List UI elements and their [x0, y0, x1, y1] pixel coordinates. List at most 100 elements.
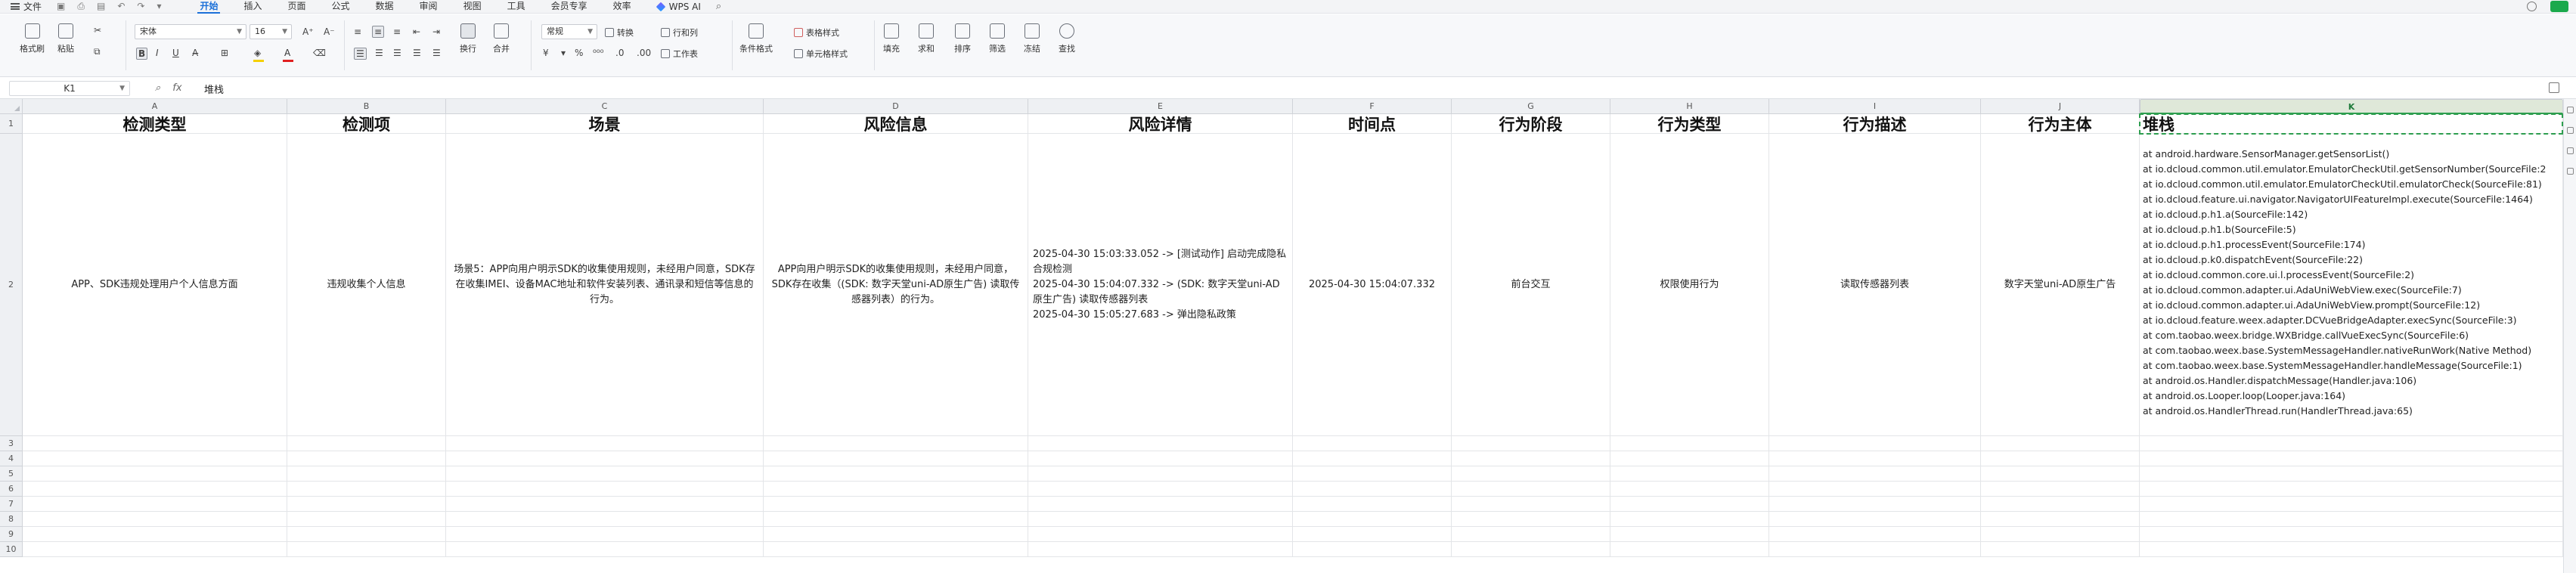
empty-cell[interactable] — [1028, 527, 1293, 542]
empty-cell[interactable] — [446, 497, 764, 512]
percent-style-icon[interactable]: % — [575, 48, 583, 58]
empty-cell[interactable] — [2140, 527, 2563, 542]
empty-cell[interactable] — [287, 451, 446, 466]
name-box[interactable]: K1 ▼ — [9, 81, 130, 96]
empty-cell[interactable] — [287, 512, 446, 527]
empty-cell[interactable] — [446, 451, 764, 466]
cell-behavior-desc[interactable]: 读取传感器列表 — [1769, 134, 1981, 436]
empty-cell[interactable] — [23, 542, 287, 557]
search-icon[interactable]: ⌕ — [716, 1, 721, 12]
empty-cell[interactable] — [23, 451, 287, 466]
row-header-3[interactable]: 3 — [0, 436, 23, 451]
empty-cell[interactable] — [23, 512, 287, 527]
select-all-corner[interactable] — [0, 99, 23, 114]
panel-icon[interactable] — [2566, 107, 2574, 113]
empty-cell[interactable] — [1981, 497, 2140, 512]
fill-button[interactable]: 填充 — [883, 23, 900, 54]
empty-cell[interactable] — [23, 497, 287, 512]
empty-cell[interactable] — [764, 482, 1028, 497]
empty-cell[interactable] — [446, 466, 764, 482]
tab-formula[interactable]: 公式 — [319, 0, 363, 14]
cell-stack[interactable]: at android.hardware.SensorManager.getSen… — [2140, 134, 2563, 436]
empty-cell[interactable] — [2140, 436, 2563, 451]
empty-cell[interactable] — [1981, 436, 2140, 451]
formula-input[interactable]: 堆栈 — [204, 82, 224, 96]
empty-cell[interactable] — [1293, 497, 1452, 512]
share-button[interactable] — [2550, 1, 2568, 12]
align-bottom-icon[interactable]: ≡ — [393, 26, 401, 37]
cell-risk-detail[interactable]: 2025-04-30 15:03:33.052 -> [测试动作] 启动完成隐私… — [1028, 134, 1293, 436]
align-top-icon[interactable]: ≡ — [354, 26, 361, 37]
column-header-d[interactable]: D — [764, 99, 1028, 114]
empty-cell[interactable] — [1610, 497, 1769, 512]
empty-cell[interactable] — [2140, 497, 2563, 512]
align-right-icon[interactable]: ☰ — [393, 48, 401, 58]
tab-view[interactable]: 视图 — [451, 0, 494, 14]
empty-cell[interactable] — [764, 451, 1028, 466]
empty-cell[interactable] — [446, 527, 764, 542]
cut-icon[interactable]: ✂ — [94, 25, 101, 36]
indent-increase-icon[interactable]: ⇥ — [432, 26, 440, 37]
empty-cell[interactable] — [1028, 497, 1293, 512]
header-cell[interactable]: 检测类型 — [23, 114, 287, 134]
wrap-button[interactable]: 换行 — [460, 23, 476, 54]
cell-subject[interactable]: 数字天堂uni-AD原生广告 — [1981, 134, 2140, 436]
freeze-button[interactable]: 冻结 — [1024, 23, 1040, 54]
empty-cell[interactable] — [1769, 466, 1981, 482]
cell-risk-info[interactable]: APP向用户明示SDK的收集使用规则，未经用户同意，SDK存在收集（(SDK: … — [764, 134, 1028, 436]
empty-cell[interactable] — [23, 436, 287, 451]
header-cell[interactable]: 行为描述 — [1769, 114, 1981, 134]
row-header-5[interactable]: 5 — [0, 466, 23, 482]
empty-cell[interactable] — [1293, 451, 1452, 466]
font-color-icon[interactable]: A — [284, 48, 290, 58]
sort-button[interactable]: 排序 — [954, 23, 971, 54]
empty-cell[interactable] — [1293, 436, 1452, 451]
empty-cell[interactable] — [1769, 527, 1981, 542]
increase-decimal-icon[interactable]: .0 — [615, 48, 624, 58]
empty-cell[interactable] — [1028, 451, 1293, 466]
empty-cell[interactable] — [1610, 512, 1769, 527]
preview-icon[interactable]: ▤ — [97, 1, 105, 12]
column-header-g[interactable]: G — [1452, 99, 1610, 114]
column-header-h[interactable]: H — [1610, 99, 1769, 114]
header-cell[interactable]: 行为类型 — [1610, 114, 1769, 134]
cell-detection-type[interactable]: APP、SDK违规处理用户个人信息方面 — [23, 134, 287, 436]
header-cell[interactable]: 堆栈 — [2140, 114, 2563, 134]
empty-cell[interactable] — [764, 542, 1028, 557]
empty-cell[interactable] — [1610, 527, 1769, 542]
underline-icon[interactable]: U — [172, 48, 179, 58]
empty-cell[interactable] — [1610, 436, 1769, 451]
empty-cell[interactable] — [1452, 497, 1610, 512]
empty-cell[interactable] — [1028, 466, 1293, 482]
empty-cell[interactable] — [1769, 512, 1981, 527]
row-header-6[interactable]: 6 — [0, 482, 23, 497]
empty-cell[interactable] — [1981, 466, 2140, 482]
cell-scene[interactable]: 场景5：APP向用户明示SDK的收集使用规则，未经用户同意，SDK存在收集IME… — [446, 134, 764, 436]
empty-cell[interactable] — [23, 466, 287, 482]
empty-cell[interactable] — [1981, 482, 2140, 497]
empty-cell[interactable] — [2140, 512, 2563, 527]
empty-cell[interactable] — [446, 542, 764, 557]
row-header-1[interactable]: 1 — [0, 114, 23, 134]
highlight-icon[interactable]: ◈ — [254, 48, 261, 58]
tab-page[interactable]: 页面 — [275, 0, 319, 14]
tab-insert[interactable]: 插入 — [231, 0, 274, 14]
clear-format-icon[interactable]: ⌫ — [313, 48, 326, 58]
empty-cell[interactable] — [764, 436, 1028, 451]
empty-cell[interactable] — [446, 436, 764, 451]
header-cell[interactable]: 场景 — [446, 114, 764, 134]
row-header-2[interactable]: 2 — [0, 134, 23, 436]
panel-icon[interactable] — [2566, 168, 2574, 175]
empty-cell[interactable] — [287, 436, 446, 451]
empty-cell[interactable] — [1769, 482, 1981, 497]
format-painter-button[interactable]: 格式刷 — [20, 23, 45, 54]
empty-cell[interactable] — [1769, 436, 1981, 451]
empty-cell[interactable] — [1293, 512, 1452, 527]
row-col-button[interactable]: 行和列 — [661, 26, 698, 39]
cell-behavior-type[interactable]: 权限使用行为 — [1610, 134, 1769, 436]
empty-cell[interactable] — [23, 527, 287, 542]
column-header-b[interactable]: B — [287, 99, 446, 114]
decrease-decimal-icon[interactable]: .00 — [637, 48, 651, 58]
worksheet-button[interactable]: 工作表 — [661, 48, 698, 60]
cell-detection-item[interactable]: 违规收集个人信息 — [287, 134, 446, 436]
